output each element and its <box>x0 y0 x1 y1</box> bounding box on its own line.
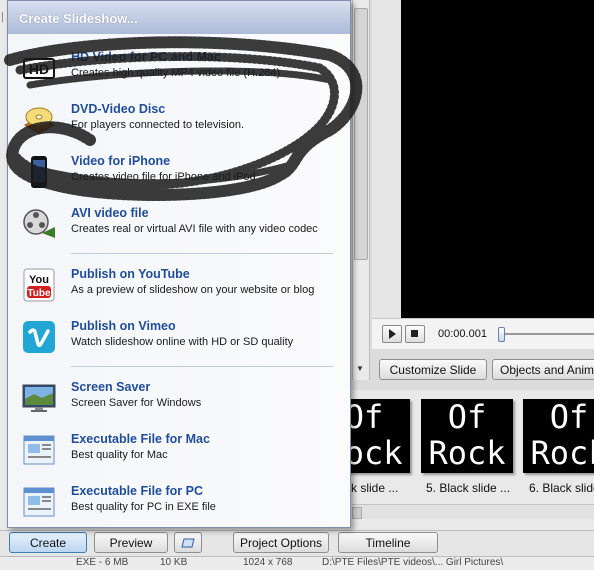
fullscreen-button[interactable] <box>174 532 202 553</box>
objects-animation-button[interactable]: Objects and Anim <box>492 359 594 380</box>
slide-text-line2: Rock <box>428 434 506 472</box>
menu-item-title: Executable File for Mac <box>71 432 210 446</box>
slide-text-line2: Rock <box>530 434 594 472</box>
preview-button[interactable]: Preview <box>94 532 168 553</box>
menu-item-avi[interactable]: AVI video file Creates real or virtual A… <box>8 199 350 249</box>
menu-item-dvd[interactable]: DVD-Video Disc For players connected to … <box>8 95 350 145</box>
horizontal-scrollbar[interactable] <box>352 504 594 519</box>
menu-item-description: Creates real or virtual AVI file with an… <box>71 223 318 235</box>
menu-item-title: Video for iPhone <box>71 154 171 168</box>
seek-track[interactable] <box>500 333 594 335</box>
menu-item-youtube[interactable]: You Tube Publish on YouTube As a preview… <box>8 260 350 310</box>
window-icon <box>181 538 195 548</box>
status-path: D:\PTE Files\PTE videos\... Girl Picture… <box>322 557 504 568</box>
menu-item-description: Watch slideshow online with HD or SD qua… <box>71 336 294 348</box>
menu-title: Create Slideshow... <box>8 1 350 34</box>
menu-separator <box>71 366 333 367</box>
project-options-button[interactable]: Project Options <box>233 532 329 553</box>
preview-video <box>401 0 594 318</box>
hd-video-icon: HD <box>23 58 55 79</box>
vertical-scrollbar[interactable] <box>352 0 370 380</box>
menu-item-description: Best quality for Mac <box>71 449 168 461</box>
menu-item-title: AVI video file <box>71 206 149 220</box>
menu-item-description: Screen Saver for Windows <box>71 397 202 409</box>
menu-item-title: DVD-Video Disc <box>71 102 166 116</box>
dvd-disc-icon <box>23 107 56 134</box>
slide-thumbnail[interactable]: Of Rock <box>421 399 513 473</box>
youtube-icon: You Tube <box>23 268 55 302</box>
slide-thumbnail[interactable]: Of Rock <box>523 399 594 473</box>
menu-item-title: Screen Saver <box>71 380 151 394</box>
pc-executable-icon <box>23 487 55 517</box>
menu-item-title: Publish on Vimeo <box>71 319 176 333</box>
seek-thumb[interactable] <box>498 327 505 342</box>
menu-separator <box>71 253 333 254</box>
scrollbar-thumb[interactable] <box>354 8 368 260</box>
preview-margin <box>372 0 401 318</box>
menu-item-exe-pc[interactable]: Executable File for PC Best quality for … <box>8 477 350 527</box>
menu-item-description: As a preview of slideshow on your websit… <box>71 284 315 296</box>
time-readout: 00:00.001 <box>438 328 487 340</box>
mac-executable-icon <box>23 435 55 465</box>
svg-text:HD: HD <box>29 61 49 77</box>
slide-label: 5. Black slide ... <box>426 481 511 495</box>
stop-button[interactable] <box>405 325 425 343</box>
menu-item-description: Creates high quality MP4 video file (H.2… <box>71 67 281 79</box>
create-button[interactable]: Create <box>9 532 87 553</box>
vimeo-icon <box>23 321 55 353</box>
menu-item-description: Best quality for PC in EXE file <box>71 501 216 513</box>
film-reel-icon <box>23 209 55 238</box>
scroll-down-arrow-icon[interactable]: ▼ <box>352 362 368 376</box>
menu-item-vimeo[interactable]: Publish on Vimeo Watch slideshow online … <box>8 312 350 362</box>
menu-item-title: Executable File for PC <box>71 484 203 498</box>
player-controls: 00:00.001 <box>372 318 594 349</box>
monitor-icon <box>22 384 56 412</box>
menu-item-description: Creates video file for iPhone and iPod <box>71 171 256 183</box>
menu-item-exe-mac[interactable]: Executable File for Mac Best quality for… <box>8 425 350 475</box>
svg-text:Tube: Tube <box>27 288 51 299</box>
create-slideshow-menu: Create Slideshow... HD HD Video for PC a… <box>7 0 351 528</box>
slide-label: ck slide ... <box>345 481 399 495</box>
status-resolution: 1024 x 768 <box>243 557 293 568</box>
slide-text-line1: Of <box>447 399 487 436</box>
menu-item-title: Publish on YouTube <box>71 267 190 281</box>
svg-text:You: You <box>29 274 49 286</box>
menu-item-hd-video[interactable]: HD HD Video for PC and Mac Creates high … <box>8 43 350 93</box>
slide-label: 6. Black slide <box>529 481 594 495</box>
status-bar: EXE - 6 MB 10 KB 1024 x 768 D:\PTE Files… <box>0 556 594 570</box>
status-format: EXE - 6 MB <box>76 557 129 568</box>
iphone-icon <box>31 156 47 188</box>
menu-item-screen-saver[interactable]: Screen Saver Screen Saver for Windows <box>8 373 350 423</box>
menu-item-iphone[interactable]: Video for iPhone Creates video file for … <box>8 147 350 197</box>
menu-item-description: For players connected to television. <box>71 119 245 131</box>
slide-text-line1: Of <box>549 399 589 436</box>
play-button[interactable] <box>382 325 402 343</box>
hscroll-thumb[interactable] <box>352 507 362 519</box>
timeline-button[interactable]: Timeline <box>338 532 438 553</box>
customize-slide-button[interactable]: Customize Slide <box>379 359 487 380</box>
status-size: 10 KB <box>160 557 188 568</box>
menu-item-title: HD Video for PC and Mac <box>71 50 221 64</box>
